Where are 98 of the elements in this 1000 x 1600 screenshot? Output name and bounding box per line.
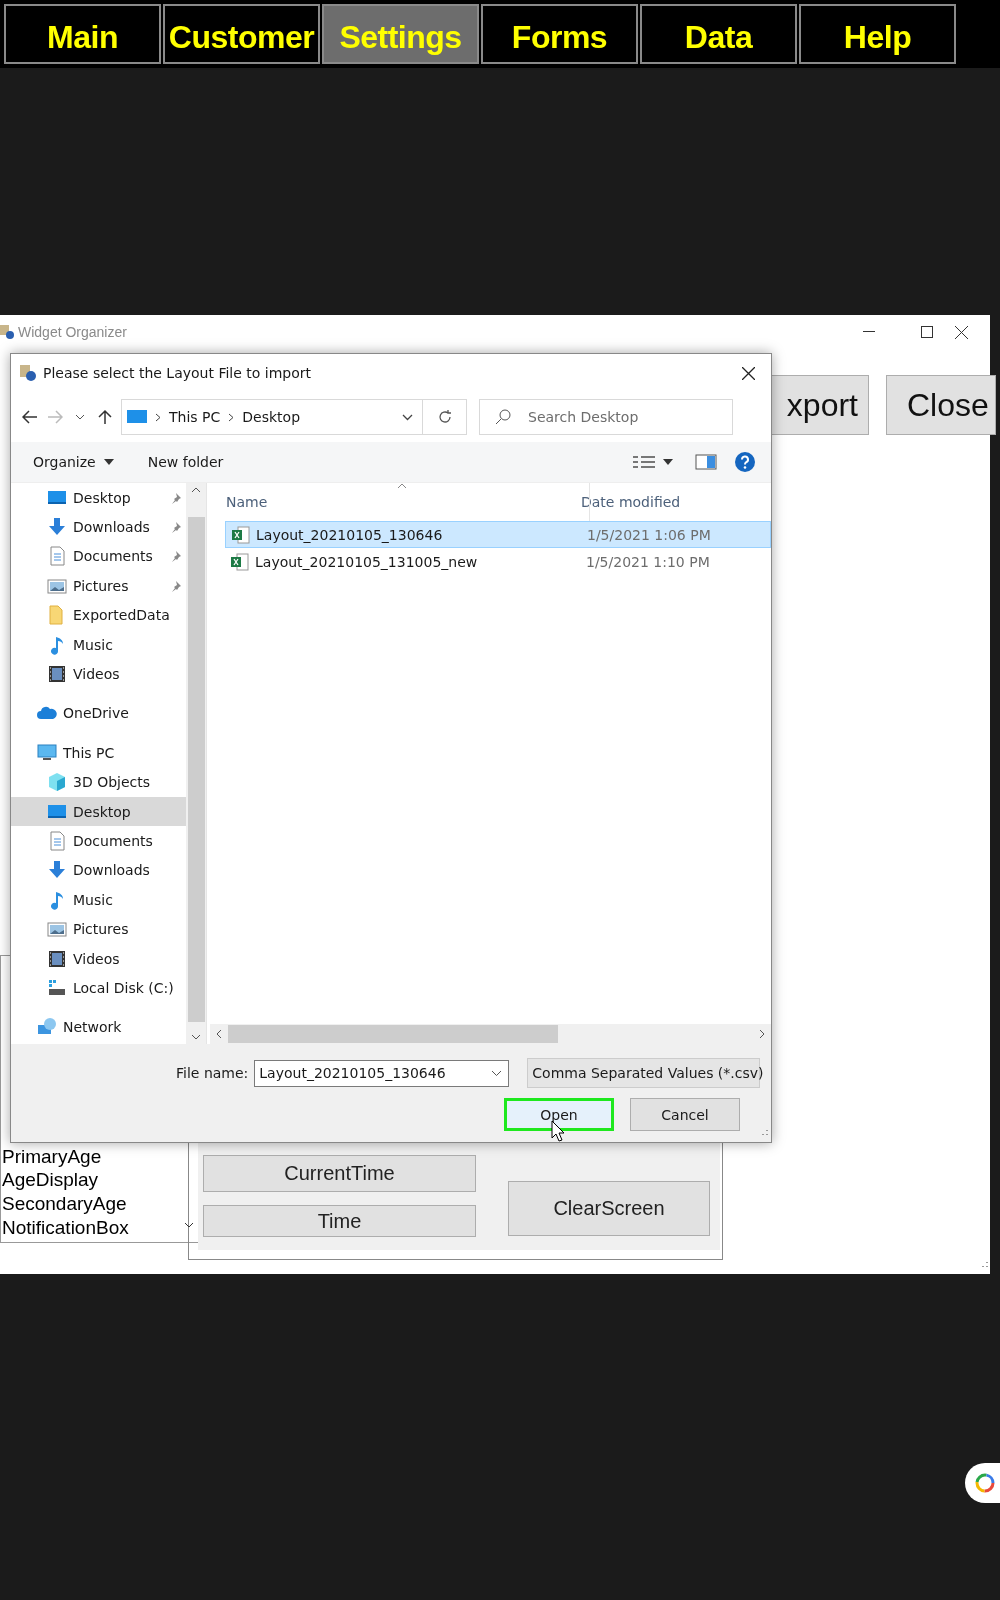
list-view-icon bbox=[633, 455, 655, 469]
close-icon bbox=[741, 366, 755, 380]
toolbar-button[interactable]: Organize bbox=[25, 450, 122, 474]
toolbar-button[interactable]: New folder bbox=[139, 450, 232, 474]
file-row[interactable]: Layout_20210105_131005_new 1/5/2021 1:10 PM bbox=[225, 548, 771, 575]
nav-item[interactable]: Downloads bbox=[11, 855, 186, 886]
menu-tab[interactable]: Main bbox=[4, 4, 161, 64]
file-name: Layout_20210105_131005_new bbox=[255, 553, 478, 570]
caret-icon bbox=[103, 459, 114, 465]
dialog-button[interactable]: Cancel bbox=[630, 1098, 740, 1131]
file-name: Layout_20210105_130646 bbox=[256, 526, 443, 543]
scroll-right-icon[interactable] bbox=[759, 1029, 765, 1039]
nav-item[interactable]: 3D Objects bbox=[11, 767, 186, 797]
breadcrumb[interactable]: Desktop bbox=[242, 409, 301, 425]
menu-tab[interactable]: Data bbox=[640, 4, 797, 64]
nav-item[interactable]: Documents bbox=[11, 541, 186, 572]
list-item[interactable]: NotificationBox bbox=[1, 1215, 130, 1240]
help-icon[interactable] bbox=[735, 452, 755, 472]
nav-item[interactable]: Videos bbox=[11, 659, 186, 689]
preview-pane-icon[interactable] bbox=[695, 454, 717, 470]
menu-tab[interactable]: Help bbox=[799, 4, 956, 64]
dialog-button[interactable]: Open bbox=[504, 1098, 614, 1131]
ring-icon[interactable] bbox=[965, 1463, 1000, 1503]
nav-item[interactable]: Music bbox=[11, 629, 186, 660]
menu-tab[interactable]: Settings bbox=[322, 4, 479, 64]
nav-item[interactable]: OneDrive bbox=[11, 698, 186, 729]
refresh-button[interactable] bbox=[423, 399, 467, 435]
file-row[interactable]: Layout_20210105_130646 1/5/2021 1:06 PM bbox=[225, 521, 771, 548]
nav-item[interactable]: Desktop bbox=[11, 483, 186, 513]
chevron-icon bbox=[228, 412, 235, 422]
pin-icon bbox=[170, 491, 182, 504]
file-type-dropdown[interactable]: Comma Separated Values (*.csv) bbox=[527, 1058, 761, 1088]
form-button[interactable]: Time bbox=[203, 1205, 476, 1237]
list-item[interactable]: AgeDisplay bbox=[1, 1168, 100, 1192]
cube-icon bbox=[47, 772, 67, 793]
address-bar[interactable]: This PC Desktop bbox=[121, 399, 423, 435]
chevron-icon bbox=[155, 412, 161, 422]
menu-tab[interactable]: Customer bbox=[163, 4, 320, 64]
film-icon bbox=[47, 948, 67, 969]
film-icon bbox=[47, 664, 67, 685]
back-arrow-icon bbox=[21, 410, 38, 424]
nav-item[interactable]: Local Disk (C:) bbox=[11, 973, 186, 1003]
forward-arrow-icon bbox=[46, 410, 63, 424]
picture-icon bbox=[47, 919, 67, 940]
computer-icon bbox=[127, 409, 147, 425]
scroll-up-icon[interactable] bbox=[191, 487, 201, 493]
drive-icon bbox=[47, 977, 67, 998]
scroll-down-icon[interactable] bbox=[191, 1034, 201, 1040]
scroll-down-icon[interactable] bbox=[184, 1222, 194, 1229]
nav-item[interactable]: Network bbox=[11, 1012, 186, 1043]
close-icon bbox=[954, 325, 968, 339]
nav-item[interactable]: Downloads bbox=[11, 512, 186, 542]
caret-icon bbox=[663, 459, 673, 465]
scrollbar-thumb[interactable] bbox=[187, 517, 205, 1022]
form-button[interactable]: CurrentTime bbox=[203, 1155, 476, 1192]
field-label: File name: bbox=[176, 1065, 249, 1081]
scrollbar-thumb[interactable] bbox=[228, 1025, 558, 1043]
sort-caret-icon bbox=[397, 483, 407, 489]
app-icon bbox=[19, 364, 37, 382]
nav-item[interactable]: Music bbox=[11, 885, 186, 915]
nav-item[interactable]: Desktop bbox=[11, 796, 186, 827]
pin-icon bbox=[170, 521, 182, 534]
breadcrumb[interactable]: This PC bbox=[169, 409, 221, 425]
nav-item[interactable]: Documents bbox=[11, 826, 186, 856]
list-item[interactable]: PrimaryAge bbox=[1, 1144, 103, 1169]
form-button[interactable]: Close bbox=[886, 375, 996, 435]
file-date: 1/5/2021 1:06 PM bbox=[587, 526, 711, 543]
list-item[interactable]: SecondaryAge bbox=[1, 1192, 128, 1216]
search-icon bbox=[495, 409, 511, 425]
document-icon bbox=[47, 546, 67, 567]
form-button[interactable]: ClearScreen bbox=[508, 1181, 710, 1236]
dialog-title: Please select the Layout File to import bbox=[43, 365, 311, 381]
column-header[interactable]: Name bbox=[226, 494, 581, 510]
refresh-icon bbox=[436, 409, 453, 425]
minimize-icon bbox=[863, 331, 875, 333]
search-field[interactable]: Search Desktop bbox=[479, 399, 733, 435]
file-name-field[interactable]: Layout_20210105_130646 bbox=[254, 1059, 510, 1087]
nav-item[interactable]: Videos bbox=[11, 943, 186, 974]
nav-item[interactable]: ExportedData bbox=[11, 600, 186, 630]
computer-icon bbox=[37, 742, 57, 763]
maximize-icon bbox=[921, 326, 933, 338]
up-arrow-icon bbox=[97, 409, 112, 425]
nav-item[interactable]: This PC bbox=[11, 738, 186, 768]
caret-icon bbox=[74, 414, 85, 420]
spreadsheet-file-icon bbox=[232, 525, 250, 544]
pin-icon bbox=[170, 579, 182, 592]
scroll-left-icon[interactable] bbox=[216, 1029, 222, 1039]
pin-icon bbox=[170, 550, 182, 563]
document-icon bbox=[47, 831, 67, 851]
nav-item[interactable]: Pictures bbox=[11, 914, 186, 944]
chevron-down-icon bbox=[401, 413, 413, 421]
app-icon bbox=[0, 323, 14, 339]
menu-tab[interactable]: Forms bbox=[481, 4, 638, 64]
spreadsheet-file-icon bbox=[231, 552, 249, 571]
window-title: Widget Organizer bbox=[18, 324, 127, 340]
nav-item[interactable]: Pictures bbox=[11, 571, 186, 601]
file-date: 1/5/2021 1:10 PM bbox=[586, 553, 710, 570]
chevron-down-icon bbox=[491, 1069, 503, 1077]
